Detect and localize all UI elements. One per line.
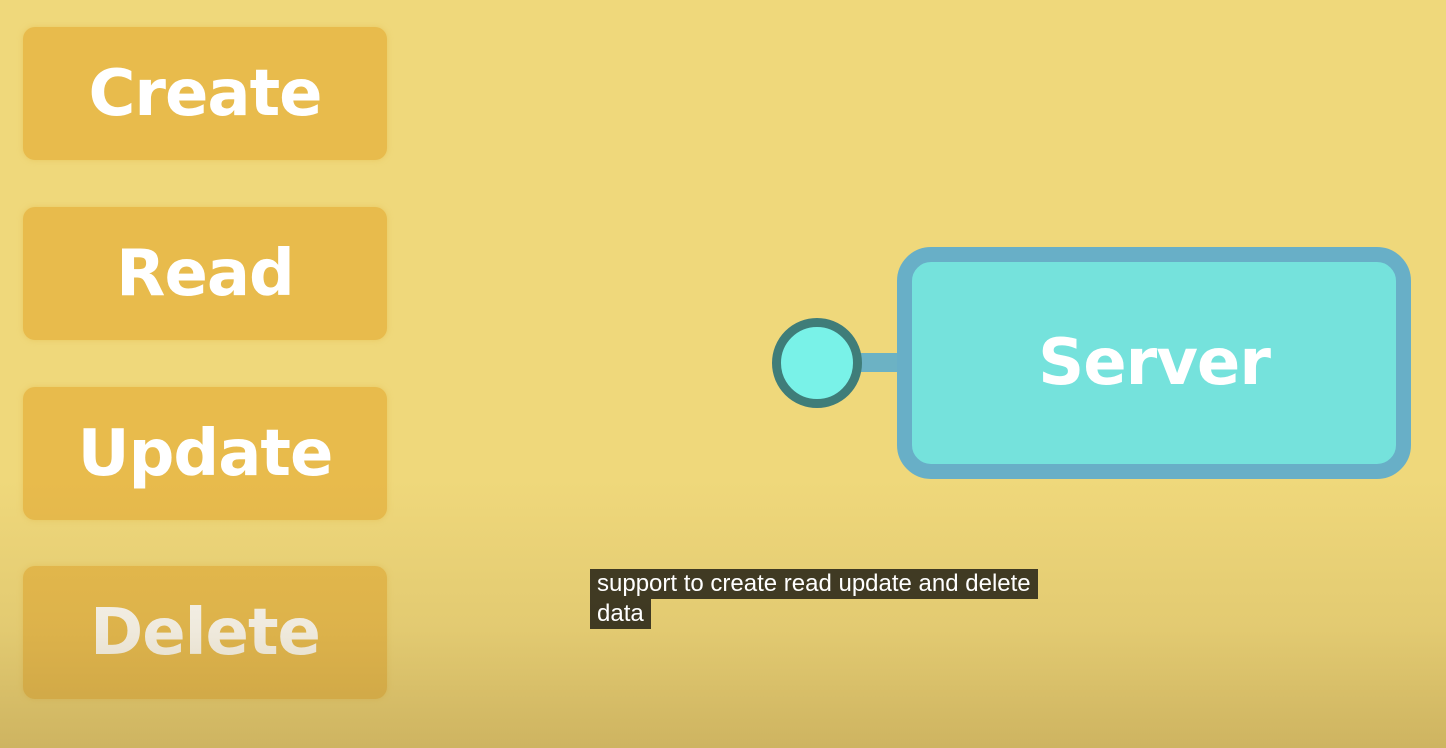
read-box: Read xyxy=(23,207,387,340)
caption-line-1: support to create read update and delete xyxy=(590,569,1038,599)
update-label: Update xyxy=(77,416,334,491)
create-label: Create xyxy=(88,56,322,131)
delete-box: Delete xyxy=(23,566,387,699)
delete-label: Delete xyxy=(90,595,321,670)
caption-line-2: data xyxy=(590,599,651,629)
update-box: Update xyxy=(23,387,387,520)
read-label: Read xyxy=(116,236,295,311)
server-label: Server xyxy=(1038,326,1271,400)
endpoint-node-icon xyxy=(772,318,862,408)
video-frame[interactable]: Create Read Update Delete Server support… xyxy=(0,0,1446,748)
create-box: Create xyxy=(23,27,387,160)
server-box: Server xyxy=(897,247,1411,479)
caption-window: support to create read update and delete… xyxy=(590,569,1038,629)
